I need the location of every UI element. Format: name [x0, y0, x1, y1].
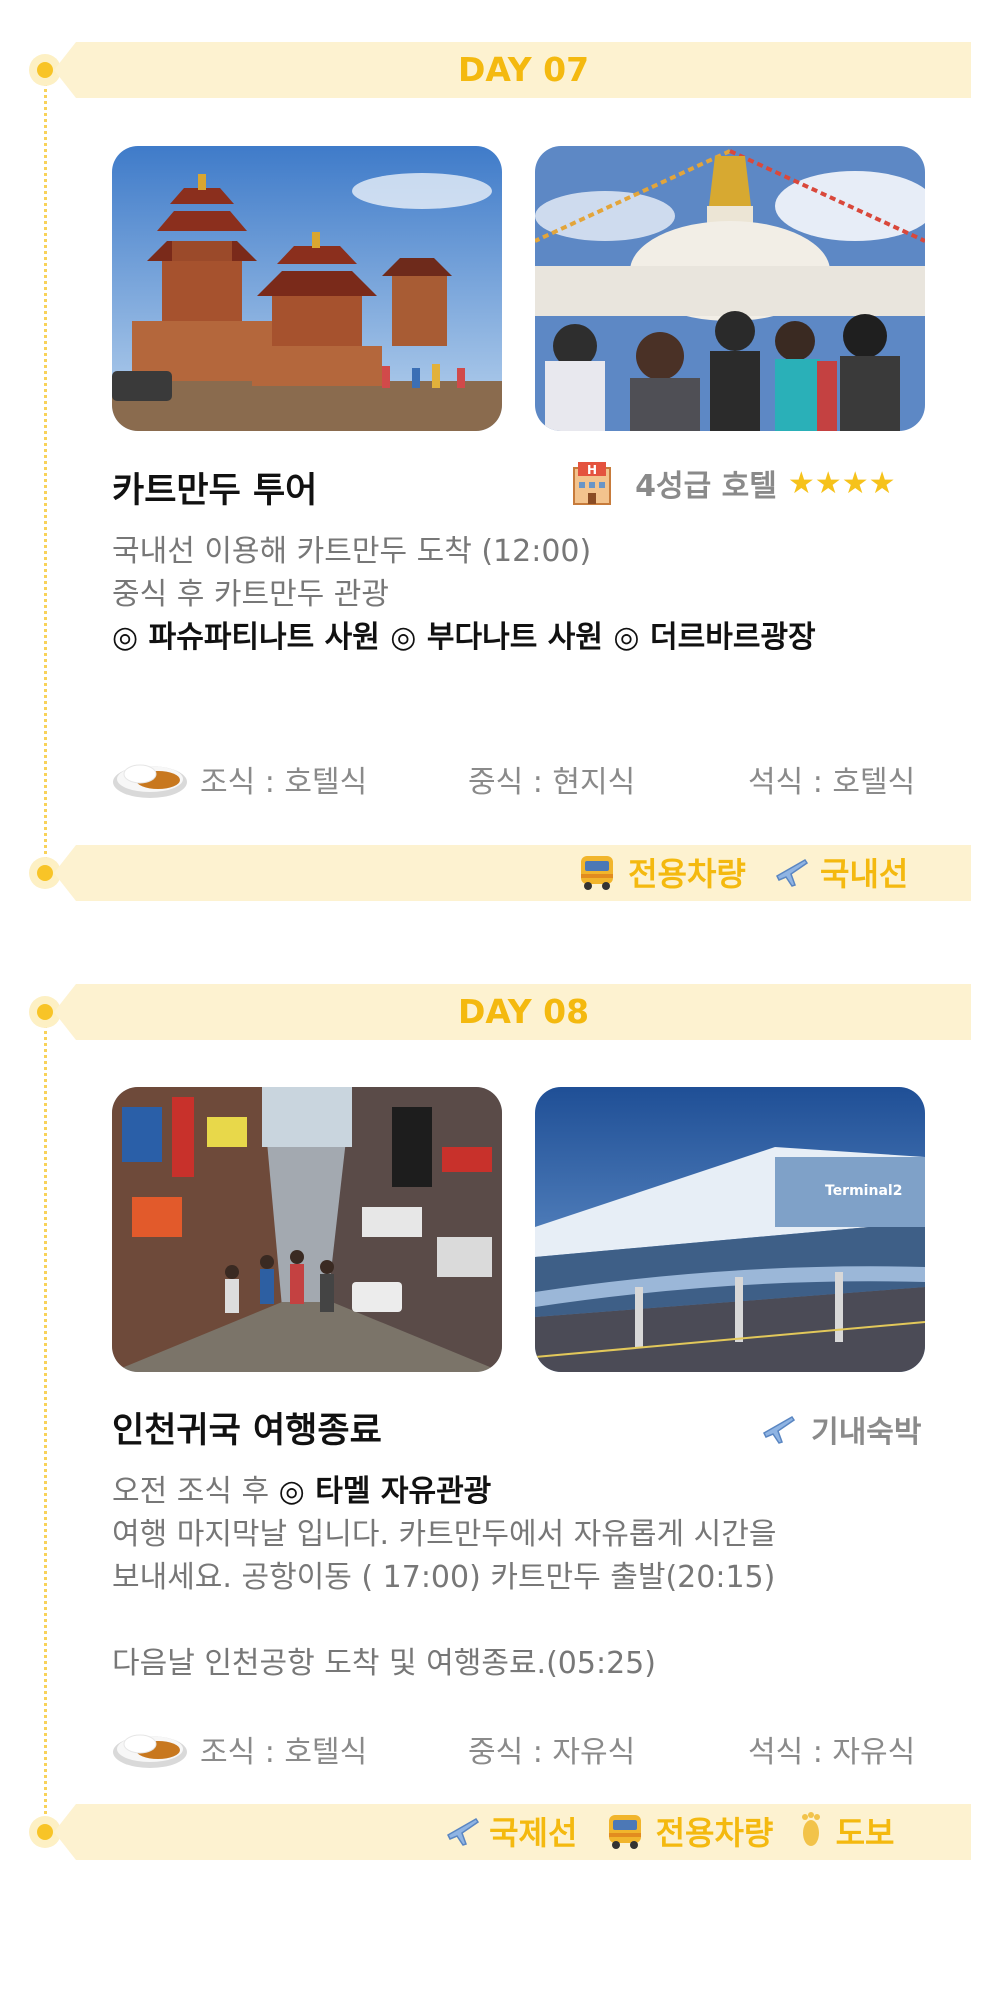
- day-description: 오전 조식 후 ◎ 타멜 자유관광 여행 마지막날 입니다. 카트만두에서 자유…: [112, 1470, 776, 1685]
- photo-incheon-terminal: Terminal2: [535, 1087, 925, 1372]
- photo-boudhanath-stupa: [535, 146, 925, 431]
- meal-curry-icon: [112, 752, 188, 804]
- day-label: DAY 07: [457, 50, 590, 89]
- desc-line-1-prefix: 오전 조식 후: [112, 1474, 279, 1509]
- timeline-line-day7: [44, 72, 47, 872]
- hotel-stars: ★★★★: [787, 465, 896, 501]
- day-label: DAY 08: [457, 992, 590, 1031]
- hotel-grade: 4성급 호텔: [635, 469, 777, 504]
- lodging-info: 기내숙박: [760, 1407, 922, 1453]
- desc-line-1-highlight: ◎ 타멜 자유관광: [278, 1474, 492, 1509]
- footprint-icon: [802, 1812, 821, 1846]
- svg-text:H: H: [587, 463, 597, 477]
- meal-curry-icon: [112, 1722, 188, 1774]
- meal-lunch: 중식 : 현지식: [468, 765, 636, 800]
- day-header-banner: DAY 08: [54, 984, 971, 1040]
- airplane-icon: [775, 859, 808, 887]
- meal-breakfast: 조식 : 호텔식: [200, 1735, 368, 1770]
- transport-items: 전용차량 국내선: [577, 849, 908, 897]
- meal-lunch: 중식 : 자유식: [468, 1735, 636, 1770]
- photo-thamel-street: [112, 1087, 502, 1372]
- street-market-image: [112, 1087, 502, 1372]
- desc-line-highlights: ◎ 파슈파티나트 사원 ◎ 부다나트 사원 ◎ 더르바르광장: [112, 620, 816, 655]
- bus-icon: [581, 856, 613, 890]
- airplane-icon: [447, 1818, 480, 1846]
- day-header-banner: DAY 07: [54, 42, 971, 98]
- day-title: 인천귀국 여행종료: [112, 1411, 382, 1451]
- terminal-sign-text: Terminal2: [825, 1183, 902, 1199]
- desc-line-4: 다음날 인천공항 도착 및 여행종료.(05:25): [112, 1646, 656, 1681]
- desc-line-1: 국내선 이용해 카트만두 도착 (12:00): [112, 534, 592, 569]
- meal-breakfast: 조식 : 호텔식: [200, 765, 368, 800]
- transport-private-vehicle: 전용차량: [628, 855, 746, 893]
- transport-walking: 도보: [835, 1814, 895, 1852]
- day-title: 카트만두 투어: [112, 471, 318, 511]
- pagoda-temple-image: [112, 146, 502, 431]
- transport-items: 국제선 전용차량 도보: [444, 1808, 894, 1856]
- desc-line-2: 중식 후 카트만두 관광: [112, 577, 390, 612]
- transport-domestic-flight: 국내선: [820, 855, 909, 893]
- transport-private-vehicle: 전용차량: [655, 1814, 774, 1852]
- desc-line-1: 오전 조식 후 ◎ 타멜 자유관광: [112, 1470, 776, 1513]
- transport-international-flight: 국제선: [489, 1814, 578, 1852]
- photo-durbar-square: [112, 146, 502, 431]
- desc-line-3: 보내세요. 공항이동 ( 17:00) 카트만두 출발(20:15): [112, 1560, 776, 1595]
- stupa-group-image: [535, 146, 925, 431]
- hotel-info: H 4성급 호텔 ★★★★: [568, 460, 895, 506]
- hotel-icon: H: [573, 462, 611, 505]
- meal-dinner: 석식 : 호텔식: [748, 765, 916, 800]
- desc-line-2: 여행 마지막날 입니다. 카트만두에서 자유롭게 시간을: [112, 1517, 777, 1552]
- day-description: 국내선 이용해 카트만두 도착 (12:00) 중식 후 카트만두 관광 ◎ 파…: [112, 530, 816, 659]
- overnight-in-flight: 기내숙박: [811, 1415, 922, 1450]
- airplane-icon: [763, 1416, 796, 1444]
- airport-terminal-image: Terminal2: [535, 1087, 925, 1372]
- meal-dinner: 석식 : 자유식: [748, 1735, 916, 1770]
- timeline-line-day8: [44, 1012, 47, 1832]
- bus-icon: [608, 1815, 641, 1849]
